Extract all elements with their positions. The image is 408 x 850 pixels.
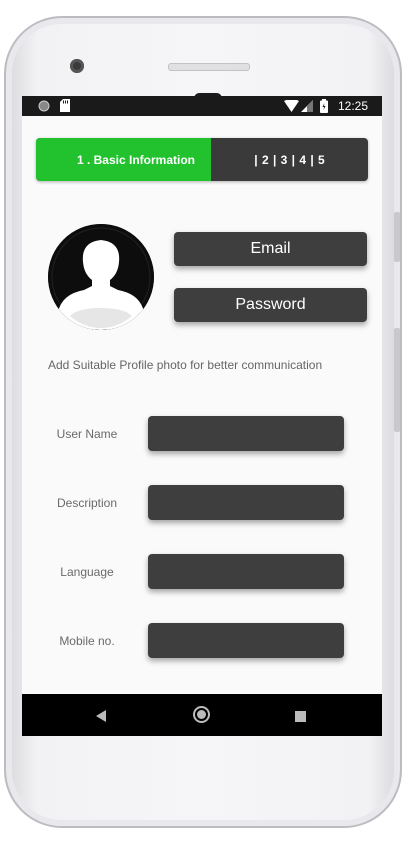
profile-photo-hint: Add Suitable Profile photo for better co… (48, 358, 323, 372)
step-active-basic-information[interactable]: 1 . Basic Information (36, 138, 211, 181)
front-camera (70, 59, 84, 73)
username-label: User Name (56, 427, 118, 441)
step-progress-bar: 1 . Basic Information | 2 | 3 | 4 | 5 (36, 138, 368, 181)
volume-button (394, 328, 400, 432)
app-screen: 12:25 1 . Basic Information | 2 | 3 | 4 … (22, 96, 382, 736)
status-time: 12:25 (337, 99, 368, 113)
back-icon[interactable] (96, 709, 106, 727)
wifi-icon (284, 99, 299, 115)
description-label: Description (56, 496, 118, 510)
email-button[interactable]: Email (174, 232, 367, 266)
mobile-input[interactable] (148, 623, 344, 658)
navigation-bar (22, 694, 382, 736)
profile-avatar[interactable] (48, 224, 154, 330)
power-button (394, 212, 400, 262)
sd-card-icon (60, 99, 70, 115)
recents-icon[interactable] (295, 709, 306, 727)
home-icon[interactable] (193, 706, 210, 728)
status-bar: 12:25 (22, 96, 382, 116)
notification-dot-icon (38, 100, 50, 115)
battery-icon (320, 99, 328, 116)
language-input[interactable] (148, 554, 344, 589)
username-input[interactable] (148, 416, 344, 451)
description-input[interactable] (148, 485, 344, 520)
user-silhouette-icon (48, 224, 154, 330)
earpiece-speaker (168, 63, 250, 71)
step-remaining-steps[interactable]: | 2 | 3 | 4 | 5 (211, 138, 368, 181)
signal-icon (301, 100, 313, 115)
mobile-label: Mobile no. (59, 634, 115, 648)
language-label: Language (60, 565, 114, 579)
password-button[interactable]: Password (174, 288, 367, 322)
